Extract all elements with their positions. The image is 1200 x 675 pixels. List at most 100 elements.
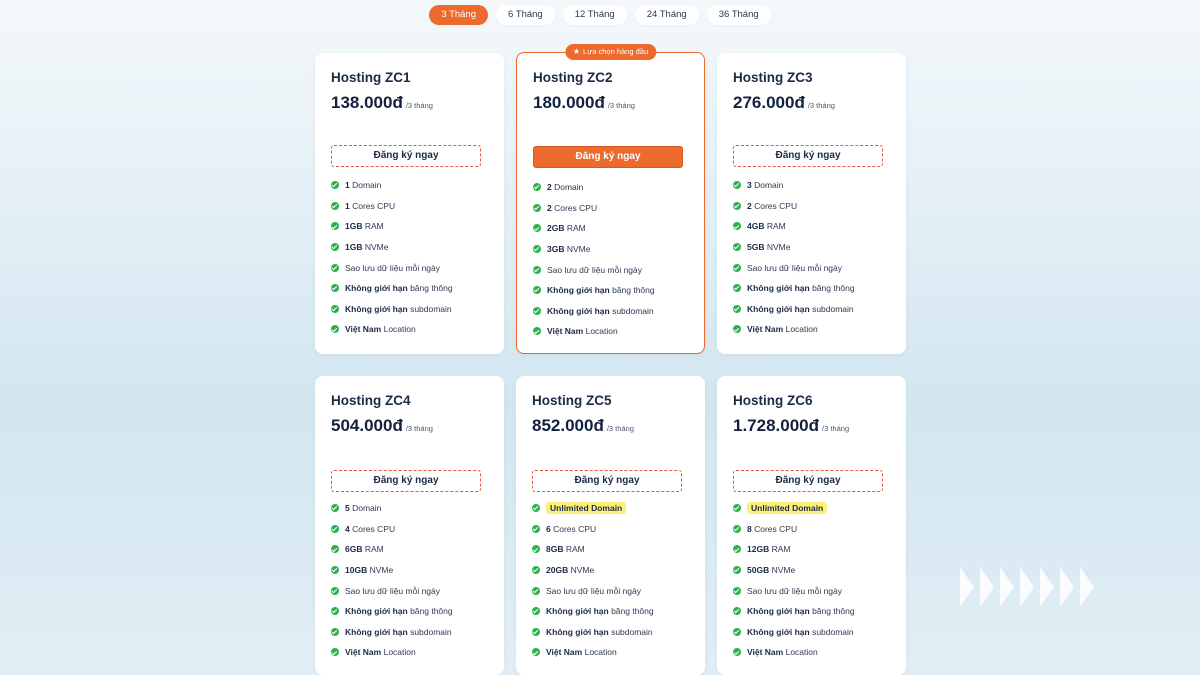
check-circle-icon <box>532 607 540 616</box>
feature-item: Việt Nam Location <box>533 321 655 342</box>
plan-period: /3 tháng <box>405 424 433 433</box>
feature-list: 5 Domain 4 Cores CPU 6GB RAM 10GB NVMe Sao l… <box>331 498 453 663</box>
feature-label: NVMe <box>568 565 595 576</box>
plan-period: /3 tháng <box>606 424 634 433</box>
feature-item: 6 Cores CPU <box>532 519 654 540</box>
check-circle-icon <box>733 566 741 575</box>
check-circle-icon <box>533 224 541 233</box>
feature-value: Không giới hạn <box>345 626 408 637</box>
feature-label: băng thông <box>809 283 855 294</box>
feature-label: Sao lưu dữ liệu mỗi ngày <box>747 262 843 273</box>
plan-price-row: 504.000đ/3 tháng <box>331 416 433 436</box>
check-circle-icon <box>331 181 339 190</box>
tab-6-months[interactable]: 6 Tháng <box>496 5 555 25</box>
check-circle-icon <box>331 201 339 210</box>
check-circle-icon <box>331 648 339 657</box>
check-circle-icon <box>733 181 741 190</box>
feature-item: 5 Domain <box>331 498 453 519</box>
feature-item: Sao lưu dữ liệu mỗi ngày <box>733 257 855 278</box>
register-button[interactable]: Đăng ký ngay <box>532 470 682 492</box>
feature-item: Sao lưu dữ liệu mỗi ngày <box>331 580 453 601</box>
feature-label: băng thông <box>809 606 855 617</box>
feature-item: Không giới hạn băng thông <box>533 280 655 301</box>
plan-card: Hosting ZC4 504.000đ/3 tháng Đăng ký ngay 5… <box>315 376 504 675</box>
feature-label: Cores CPU <box>550 523 597 534</box>
feature-value: 1GB <box>345 221 363 232</box>
check-circle-icon <box>331 566 339 575</box>
feature-item: 1GB NVMe <box>331 237 453 258</box>
feature-label: subdomain <box>609 305 654 316</box>
feature-label: Location <box>381 324 416 335</box>
feature-label: NVMe <box>564 244 591 255</box>
check-circle-icon <box>733 284 741 293</box>
check-circle-icon <box>331 222 339 231</box>
feature-label: Location <box>381 647 416 658</box>
feature-item: Sao lưu dữ liệu mỗi ngày <box>533 259 655 280</box>
feature-value: 1GB <box>345 242 363 253</box>
feature-item: 1 Cores CPU <box>331 196 453 217</box>
feature-label: Sao lưu dữ liệu mỗi ngày <box>747 585 843 596</box>
plan-price: 180.000đ <box>533 93 605 112</box>
check-circle-icon <box>331 607 339 616</box>
feature-value: 8GB <box>546 544 564 555</box>
feature-label: Cores CPU <box>349 200 396 211</box>
feature-label: subdomain <box>407 303 452 314</box>
feature-item: Unlimited Domain <box>532 498 654 519</box>
featured-badge: ★ Lựa chọn hàng đầu <box>564 44 657 60</box>
chevrons-right-icon <box>960 567 1100 607</box>
feature-label: băng thông <box>407 283 453 294</box>
check-circle-icon <box>331 263 339 272</box>
plan-price-row: 276.000đ/3 tháng <box>733 93 835 113</box>
check-circle-icon <box>533 306 541 315</box>
register-button[interactable]: Đăng ký ngay <box>733 470 883 492</box>
tab-36-months[interactable]: 36 Tháng <box>706 5 771 25</box>
feature-item: 2 Cores CPU <box>733 196 855 217</box>
plan-price-row: 852.000đ/3 tháng <box>532 416 634 436</box>
plan-card: Hosting ZC1 138.000đ/3 tháng Đăng ký ngay 1… <box>315 53 504 354</box>
register-button[interactable]: Đăng ký ngay <box>533 146 683 168</box>
feature-item: 2 Domain <box>533 177 655 198</box>
plan-price: 276.000đ <box>733 93 805 112</box>
plan-price: 138.000đ <box>331 93 403 112</box>
check-circle-icon <box>331 325 339 334</box>
plan-card: Hosting ZC3 276.000đ/3 tháng Đăng ký ngay 3… <box>717 53 906 354</box>
feature-label: Domain <box>551 182 584 193</box>
feature-item: Sao lưu dữ liệu mỗi ngày <box>733 580 855 601</box>
check-circle-icon <box>733 243 741 252</box>
check-circle-icon <box>532 545 540 554</box>
check-circle-icon <box>533 245 541 254</box>
feature-label: Sao lưu dữ liệu mỗi ngày <box>546 585 642 596</box>
tab-12-months[interactable]: 12 Tháng <box>562 5 627 25</box>
feature-value: Không giới hạn <box>345 303 408 314</box>
register-button[interactable]: Đăng ký ngay <box>733 145 883 167</box>
feature-item: Không giới hạn subdomain <box>532 622 654 643</box>
check-circle-icon <box>532 504 540 513</box>
feature-item: Việt Nam Location <box>331 642 453 663</box>
plan-card: ★ Lựa chọn hàng đầu Hosting ZC2 180.000đ/3 … <box>516 44 705 354</box>
register-button[interactable]: Đăng ký ngay <box>331 145 481 167</box>
feature-label: subdomain <box>809 303 854 314</box>
feature-value: 6GB <box>345 544 363 555</box>
feature-value: 20GB <box>546 565 569 576</box>
feature-label: NVMe <box>764 242 791 253</box>
tab-3-months[interactable]: 3 Tháng <box>429 5 489 25</box>
plan-price-row: 180.000đ/3 tháng <box>533 93 635 113</box>
register-button[interactable]: Đăng ký ngay <box>331 470 481 492</box>
feature-label: Location <box>783 324 818 335</box>
feature-list: Unlimited Domain 6 Cores CPU 8GB RAM 20GB N… <box>532 498 654 663</box>
check-circle-icon <box>733 607 741 616</box>
check-circle-icon <box>733 586 741 595</box>
feature-label: Location <box>583 326 618 337</box>
feature-value: Không giới hạn <box>546 626 609 637</box>
feature-item: 2 Cores CPU <box>533 198 655 219</box>
check-circle-icon <box>331 243 339 252</box>
feature-list: 1 Domain 1 Cores CPU 1GB RAM 1GB NVMe Sao lư… <box>331 175 453 340</box>
plan-price-row: 1.728.000đ/3 tháng <box>733 416 849 436</box>
tab-24-months[interactable]: 24 Tháng <box>634 5 699 25</box>
feature-item: 8 Cores CPU <box>733 519 855 540</box>
feature-list: Unlimited Domain 8 Cores CPU 12GB RAM 50GB … <box>733 498 855 663</box>
feature-label: Sao lưu dữ liệu mỗi ngày <box>345 585 441 596</box>
feature-item: Việt Nam Location <box>733 319 855 340</box>
feature-value: Việt Nam <box>747 324 784 335</box>
feature-value: Không giới hạn <box>345 606 408 617</box>
